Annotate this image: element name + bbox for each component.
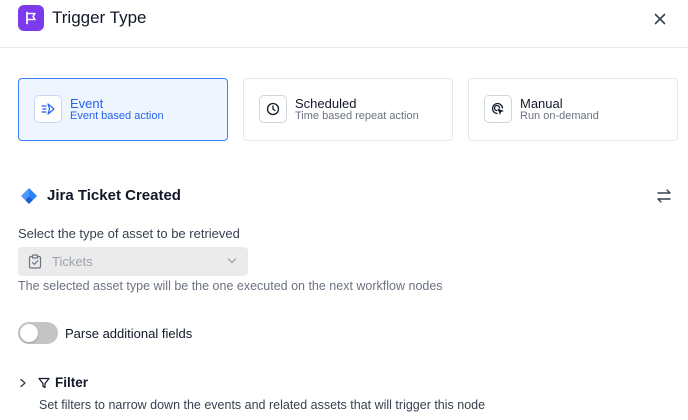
asset-type-value: Tickets <box>52 254 93 269</box>
card-title: Event <box>70 96 104 111</box>
asset-type-label: Select the type of asset to be retrieved <box>18 226 240 241</box>
card-title: Manual <box>520 96 563 111</box>
card-subtitle: Run on-demand <box>520 110 599 122</box>
cursor-click-icon <box>484 95 512 123</box>
toggle-knob <box>20 324 38 342</box>
flag-icon <box>18 5 44 31</box>
close-button[interactable] <box>650 9 670 29</box>
card-title: Scheduled <box>295 96 357 111</box>
filter-description: Set filters to narrow down the events an… <box>39 398 486 412</box>
asset-type-select[interactable]: Tickets <box>18 247 248 276</box>
node-title: Jira Ticket Created <box>47 187 181 204</box>
dialog-header: Trigger Type <box>0 0 688 48</box>
clipboard-check-icon <box>28 254 42 269</box>
trigger-type-scheduled-card[interactable]: Scheduled Time based repeat action <box>243 78 453 141</box>
parse-fields-label: Parse additional fields <box>65 326 193 341</box>
event-icon <box>34 95 62 123</box>
chevron-down-icon <box>227 258 237 264</box>
clock-icon <box>259 95 287 123</box>
asset-type-help: The selected asset type will be the one … <box>18 279 443 293</box>
filter-icon <box>38 377 50 389</box>
parse-fields-toggle[interactable] <box>18 322 58 344</box>
card-subtitle: Event based action <box>70 110 164 122</box>
close-icon <box>654 13 666 25</box>
chevron-right-icon[interactable] <box>19 378 27 388</box>
trigger-type-event-card[interactable]: Event Event based action <box>18 78 228 141</box>
card-subtitle: Time based repeat action <box>295 110 419 122</box>
swap-node-button[interactable] <box>655 188 673 204</box>
swap-icon <box>657 189 671 203</box>
filter-section-title[interactable]: Filter <box>55 375 88 390</box>
jira-icon <box>21 188 37 204</box>
dialog-title: Trigger Type <box>52 8 147 27</box>
trigger-type-manual-card[interactable]: Manual Run on-demand <box>468 78 678 141</box>
